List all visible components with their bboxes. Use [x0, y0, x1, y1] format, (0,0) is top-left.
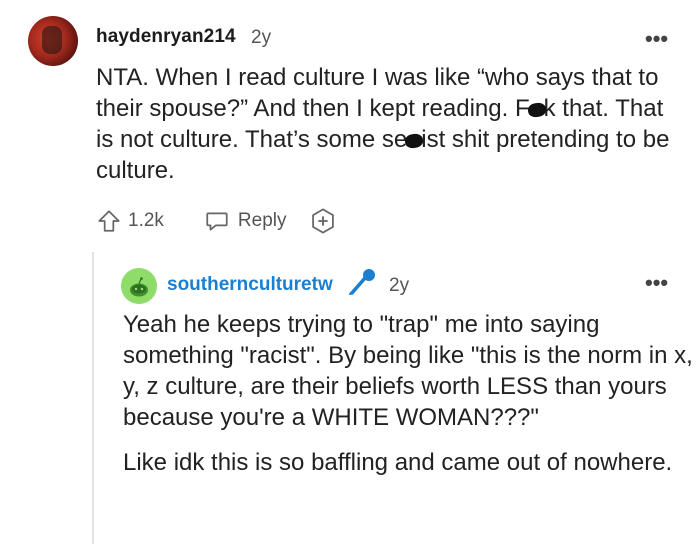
award-button[interactable]	[309, 207, 337, 235]
avatar[interactable]	[28, 16, 78, 66]
upvote-count: 1.2k	[128, 210, 164, 231]
reply-avatar[interactable]	[121, 268, 157, 304]
snoo-avatar-icon	[121, 268, 157, 304]
mic-icon	[344, 266, 378, 305]
comment-username[interactable]: haydenryan214	[96, 26, 236, 48]
more-options-icon[interactable]: •••	[645, 28, 668, 50]
reply-paragraph: Like idk this is so baffling and came ou…	[123, 449, 673, 476]
reply-body: Yeah he keeps trying to "trap" me into s…	[123, 309, 693, 492]
reply-label: Reply	[237, 210, 287, 231]
upvote-button[interactable]: 1.2k	[96, 208, 164, 234]
reply-paragraph: Yeah he keeps trying to "trap" me into s…	[123, 311, 693, 431]
award-icon	[309, 207, 337, 235]
comment-body: NTA. When I read culture I was like “who…	[96, 62, 686, 186]
reply-button[interactable]: Reply	[204, 208, 287, 234]
avatar-figure	[42, 26, 62, 54]
comment-actions: 1.2k Reply	[96, 206, 337, 236]
reply-age: 2y	[389, 275, 410, 296]
more-options-icon[interactable]: •••	[645, 272, 668, 294]
comment-age: 2y	[251, 27, 272, 48]
reply-icon	[204, 208, 230, 234]
thread-line[interactable]	[92, 252, 94, 544]
upvote-icon[interactable]	[96, 208, 122, 234]
reply-username[interactable]: southernculturetw	[167, 274, 333, 296]
